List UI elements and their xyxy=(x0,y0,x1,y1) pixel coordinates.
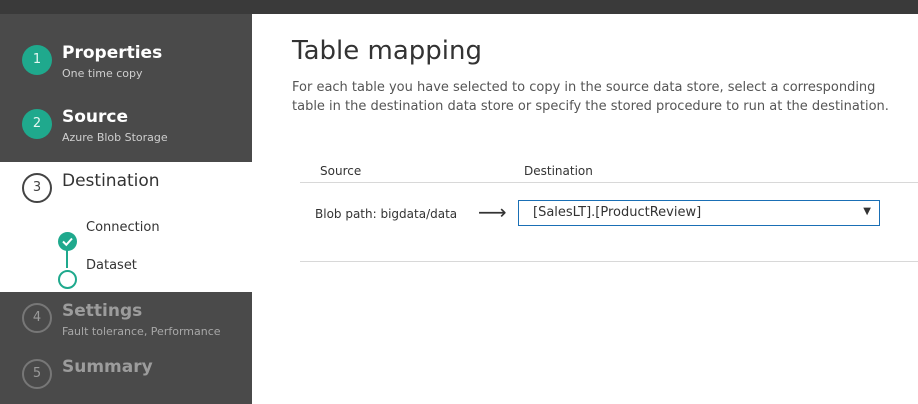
step-title: Summary xyxy=(62,357,153,377)
mapping-source-path: Blob path: bigdata/data xyxy=(315,207,458,221)
step-title: Destination xyxy=(62,171,160,191)
step-subtitle: One time copy xyxy=(62,67,143,80)
dropdown-caret-icon: ▼ xyxy=(863,206,871,217)
destination-table-select[interactable]: [SalesLT].[ProductReview] ▼ xyxy=(518,200,880,226)
page-description: For each table you have selected to copy… xyxy=(292,80,889,114)
substep-dataset[interactable]: Dataset xyxy=(86,258,137,273)
step-number-badge: 1 xyxy=(22,45,52,75)
substep-status-icon xyxy=(58,270,77,289)
table-header-divider xyxy=(300,182,918,183)
top-bar xyxy=(0,0,918,14)
step-title: Source xyxy=(62,107,129,127)
destination-table-value: [SalesLT].[ProductReview] xyxy=(533,205,702,220)
step-number-badge: 4 xyxy=(22,303,52,333)
step-title: Properties xyxy=(62,43,163,63)
column-header-destination: Destination xyxy=(524,164,593,178)
check-icon xyxy=(58,232,77,251)
table-bottom-divider xyxy=(300,261,918,262)
step-number-badge: 3 xyxy=(22,173,52,203)
page-title: Table mapping xyxy=(292,36,482,66)
wizard-sidebar: 1 Properties One time copy 2 Source Azur… xyxy=(0,14,252,404)
main-panel: Table mapping For each table you have se… xyxy=(252,14,918,404)
step-number-badge: 2 xyxy=(22,109,52,139)
substep-connector xyxy=(66,250,68,268)
step-subtitle: Fault tolerance, Performance xyxy=(62,325,221,338)
right-arrow-icon: ⟶ xyxy=(478,200,507,224)
step-number-badge: 5 xyxy=(22,359,52,389)
substep-connection[interactable]: Connection xyxy=(86,220,160,235)
step-title: Settings xyxy=(62,301,143,321)
column-header-source: Source xyxy=(320,164,362,178)
step-subtitle: Azure Blob Storage xyxy=(62,131,168,144)
